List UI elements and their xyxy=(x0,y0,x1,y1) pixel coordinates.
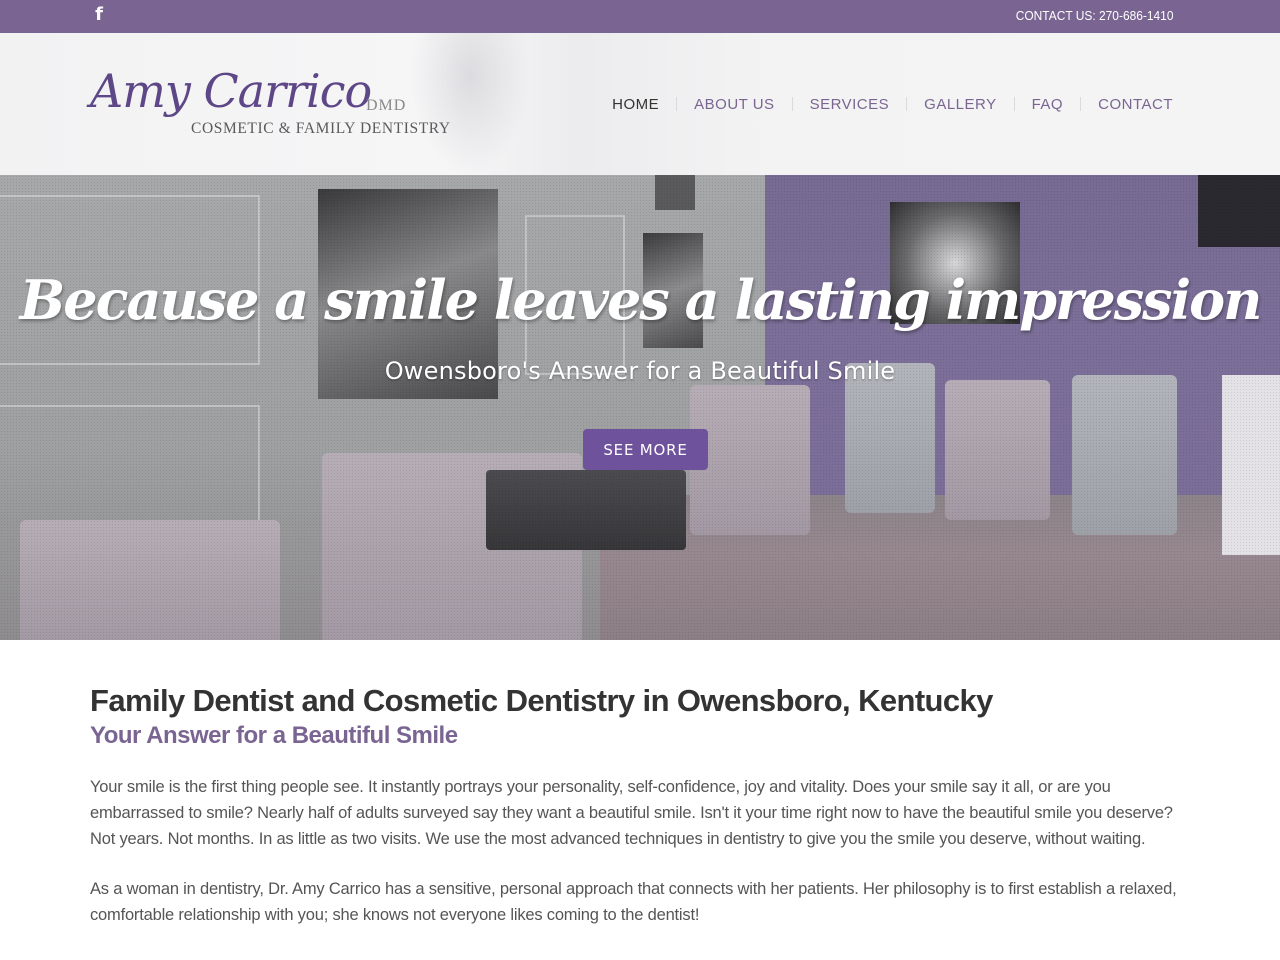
nav-home[interactable]: HOME xyxy=(612,96,659,113)
hero-banner xyxy=(0,175,1280,640)
hero-dot-overlay xyxy=(0,175,1280,640)
top-bar: f CONTACT US: 270-686-1410 xyxy=(0,0,1280,33)
main-content: Family Dentist and Cosmetic Dentistry in… xyxy=(90,683,1180,928)
nav-contact[interactable]: CONTACT xyxy=(1098,96,1173,113)
logo[interactable]: Amy Carrico DMD COSMETIC & FAMILY DENTIS… xyxy=(90,63,450,143)
about-paragraph: As a woman in dentistry, Dr. Amy Carrico… xyxy=(90,880,1177,924)
see-more-button[interactable]: SEE MORE xyxy=(583,429,708,470)
nav-separator xyxy=(791,97,793,111)
main-nav: HOME ABOUT US SERVICES GALLERY FAQ CONTA… xyxy=(612,94,1173,114)
intro-paragraph: Your smile is the first thing people see… xyxy=(90,778,1173,848)
nav-separator xyxy=(906,97,908,111)
nav-separator xyxy=(1013,97,1015,111)
page-subheading: Your Answer for a Beautiful Smile xyxy=(90,722,458,749)
hero-title: Because a smile leaves a lasting impress… xyxy=(19,268,1263,332)
nav-about-us[interactable]: ABOUT US xyxy=(694,96,774,113)
facebook-icon[interactable]: f xyxy=(92,4,106,26)
nav-services[interactable]: SERVICES xyxy=(810,96,890,113)
nav-separator xyxy=(676,97,678,111)
logo-tagline: COSMETIC & FAMILY DENTISTRY xyxy=(191,120,451,137)
logo-suffix: DMD xyxy=(366,97,407,114)
hero-subtitle: Owensboro's Answer for a Beautiful Smile xyxy=(384,357,896,385)
contact-phone[interactable]: CONTACT US: 270-686-1410 xyxy=(1015,8,1173,23)
nav-faq[interactable]: FAQ xyxy=(1032,96,1064,113)
logo-name: Amy Carrico xyxy=(90,64,372,118)
site-header: Amy Carrico DMD COSMETIC & FAMILY DENTIS… xyxy=(0,33,1280,175)
nav-gallery[interactable]: GALLERY xyxy=(924,96,996,113)
page-heading: Family Dentist and Cosmetic Dentistry in… xyxy=(90,683,993,718)
nav-separator xyxy=(1080,97,1082,111)
